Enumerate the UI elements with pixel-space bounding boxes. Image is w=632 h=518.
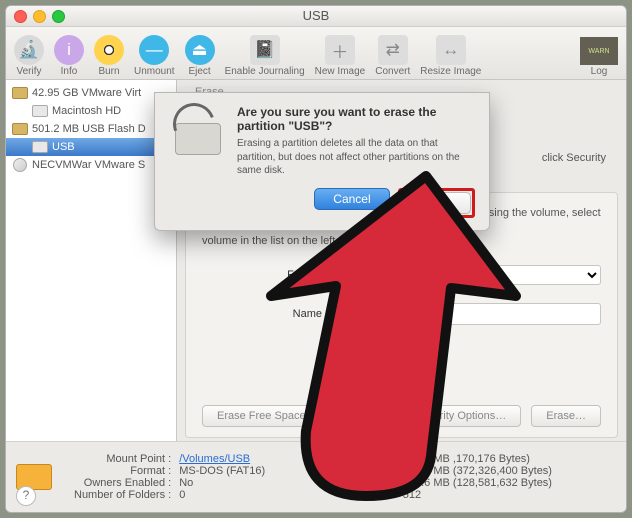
erase-button[interactable]: Erase… (531, 405, 601, 427)
close-window-button[interactable] (14, 10, 27, 23)
titlebar: USB (6, 6, 626, 27)
toolbar-verify-button[interactable]: 🔬Verify (14, 35, 44, 77)
dialog-body: Erasing a partition deletes all the data… (237, 137, 475, 178)
sidebar-item-vmware-disk[interactable]: 42.95 GB VMware Virt (6, 84, 176, 102)
dialog-erase-button[interactable]: Erase (402, 192, 471, 214)
name-field: Name (202, 303, 601, 325)
erase-highlight: Erase (398, 188, 475, 218)
dialog-cancel-button[interactable]: Cancel (314, 188, 389, 210)
confirm-erase-dialog: Are you sure you want to erase the parti… (154, 92, 490, 231)
toolbar: 🔬Verify iInfo Burn —Unmount ⏏Eject 📓Enab… (6, 27, 626, 80)
mount-point-link[interactable]: /Volumes/USB (179, 453, 250, 465)
format-select[interactable]: d (Journaled) (330, 265, 601, 285)
log-icon: WARN (580, 37, 618, 65)
eject-icon: ⏏ (185, 35, 215, 65)
help-button[interactable]: ? (16, 486, 36, 506)
journal-icon: 📓 (250, 35, 280, 65)
internal-disk-icon (12, 87, 28, 99)
traffic-lights (14, 10, 65, 23)
microscope-icon: 🔬 (14, 35, 44, 65)
toolbar-convert-button[interactable]: ⇄Convert (375, 35, 410, 77)
toolbar-resize-image-button[interactable]: ↔Resize Image (420, 35, 481, 77)
toolbar-new-image-button[interactable]: ＋New Image (315, 35, 366, 77)
format-field: Format d (Journaled) (202, 265, 601, 285)
unmount-icon: — (139, 35, 169, 65)
disk-utility-window: USB 🔬Verify iInfo Burn —Unmount ⏏Eject 📓… (5, 5, 627, 513)
minimize-window-button[interactable] (33, 10, 46, 23)
name-input[interactable] (330, 303, 601, 325)
toolbar-info-button[interactable]: iInfo (54, 35, 84, 77)
sidebar: 42.95 GB VMware Virt Macintosh HD 501.2 … (6, 80, 177, 446)
dialog-title: Are you sure you want to erase the parti… (237, 105, 475, 133)
info-icon: i (54, 35, 84, 65)
new-image-icon: ＋ (325, 35, 355, 65)
toolbar-unmount-button[interactable]: —Unmount (134, 35, 175, 77)
resize-icon: ↔ (436, 35, 466, 65)
toolbar-burn-button[interactable]: Burn (94, 35, 124, 77)
footer-info: Mount Point :/Volumes/USB Format :MS-DOS… (6, 441, 626, 512)
convert-icon: ⇄ (378, 35, 408, 65)
security-options-button[interactable]: rity Options… (425, 405, 522, 427)
sidebar-item-macintosh-hd[interactable]: Macintosh HD (6, 102, 176, 120)
toolbar-log-button[interactable]: WARN Log (580, 37, 618, 77)
volume-icon (32, 141, 48, 153)
zoom-window-button[interactable] (52, 10, 65, 23)
sidebar-item-usb[interactable]: USB (6, 138, 176, 156)
toolbar-enable-journaling-button[interactable]: 📓Enable Journaling (225, 35, 305, 77)
burn-icon (94, 35, 124, 65)
volume-icon (32, 105, 48, 117)
security-hint: click Security (542, 152, 606, 164)
erase-free-space-button[interactable]: Erase Free Space… (202, 405, 332, 427)
optical-disc-icon (13, 158, 27, 172)
toolbar-eject-button[interactable]: ⏏Eject (185, 35, 215, 77)
disk-utility-app-icon (169, 105, 225, 155)
panel-text-2: volume in the list on the left, and clic… (202, 235, 601, 247)
sidebar-item-usb-flash-disk[interactable]: 501.2 MB USB Flash D (6, 120, 176, 138)
window-title: USB (303, 8, 330, 23)
sidebar-item-necvmwar[interactable]: NECVMWar VMware S (6, 156, 176, 174)
external-disk-icon (12, 123, 28, 135)
